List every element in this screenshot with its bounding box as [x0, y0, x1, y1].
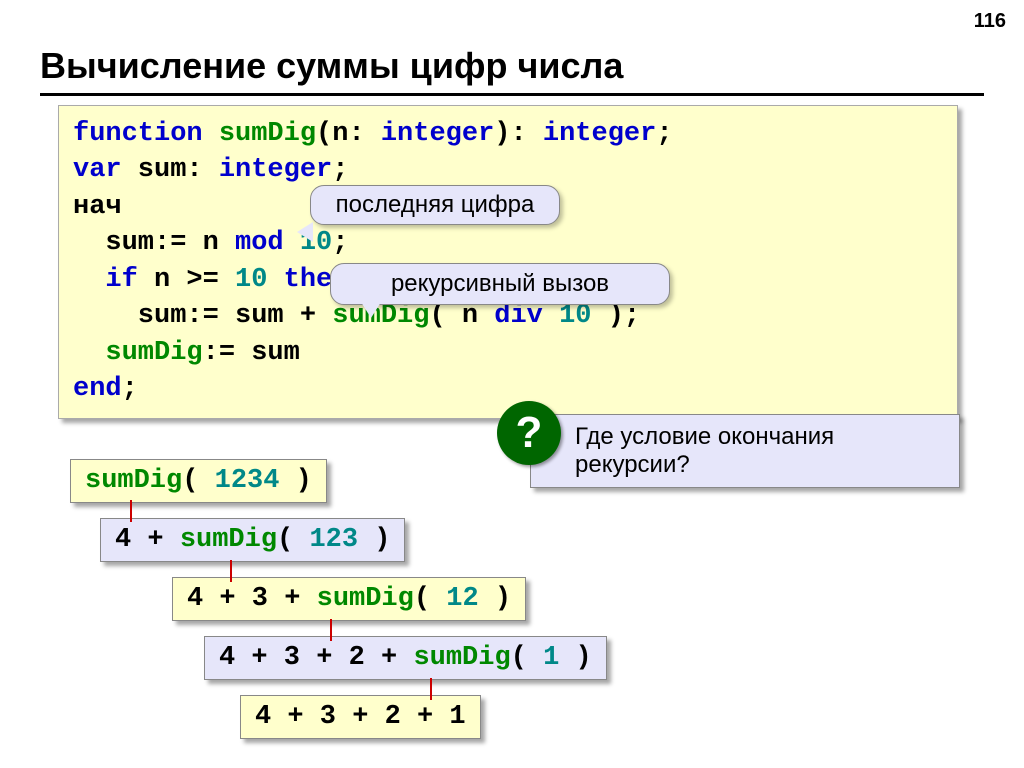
code-text: ( [511, 643, 543, 673]
step-2: 4 + sumDig( 123 ) [100, 518, 405, 562]
code-text: 4 + 3 + 2 + [219, 643, 413, 673]
code-text: n >= [138, 265, 235, 295]
connector-line [430, 678, 432, 700]
code-text: ) [479, 584, 511, 614]
step-4: 4 + 3 + 2 + sumDig( 1 ) [204, 636, 607, 680]
code-line-7: sumDig:= sum [73, 335, 943, 371]
code-text: sum:= n [73, 228, 235, 258]
step-3: 4 + 3 + sumDig( 12 ) [172, 577, 526, 621]
code-text: ( [414, 584, 446, 614]
page-title: Вычисление суммы цифр числа [40, 45, 984, 96]
code-text: 4 + [115, 525, 180, 555]
code-text: ; [332, 155, 348, 185]
code-text: sum: [122, 155, 219, 185]
kw-integer: integer [543, 119, 656, 149]
code-text: 4 + 3 + [187, 584, 317, 614]
num-literal: 1234 [215, 466, 280, 496]
code-text: ( [277, 525, 309, 555]
code-text: ( [182, 466, 214, 496]
kw-var: var [73, 155, 122, 185]
num-literal: 123 [309, 525, 358, 555]
num-literal: 10 [559, 301, 591, 331]
code-text: ) [279, 466, 311, 496]
fn-name: sumDig [180, 525, 277, 555]
code-text: ( n [429, 301, 494, 331]
question-mark-icon: ? [497, 401, 561, 465]
code-text [73, 265, 105, 295]
fn-name: sumDig [413, 643, 510, 673]
kw-end: end [73, 374, 122, 404]
fn-name: sumDig [203, 119, 316, 149]
kw-integer: integer [219, 155, 332, 185]
code-line-8: end; [73, 371, 943, 407]
code-line-4: sum:= n mod 10; [73, 225, 943, 261]
num-literal: 10 [235, 265, 267, 295]
step-5: 4 + 3 + 2 + 1 [240, 695, 481, 739]
kw-integer: integer [381, 119, 494, 149]
connector-line [330, 619, 332, 641]
kw-function: function [73, 119, 203, 149]
callout-recursive-call: рекурсивный вызов [330, 263, 670, 305]
code-text: ): [494, 119, 543, 149]
fn-name: sumDig [105, 338, 202, 368]
code-block: function sumDig(n: integer): integer; va… [58, 105, 958, 419]
step-1: sumDig( 1234 ) [70, 459, 327, 503]
page-number: 116 [974, 10, 1006, 33]
question-box: Где условие окончания рекурсии? [530, 414, 960, 488]
code-text: := sum [203, 338, 300, 368]
callout-last-digit: последняя цифра [310, 185, 560, 225]
code-text: ) [358, 525, 390, 555]
code-text [267, 265, 283, 295]
code-line-1: function sumDig(n: integer): integer; [73, 116, 943, 152]
fn-name: sumDig [85, 466, 182, 496]
code-text: (n: [316, 119, 381, 149]
num-literal: 12 [446, 584, 478, 614]
code-text: ); [592, 301, 641, 331]
kw-div: div [494, 301, 543, 331]
code-text: ; [122, 374, 138, 404]
code-text [73, 338, 105, 368]
code-text [543, 301, 559, 331]
kw-mod: mod [235, 228, 284, 258]
code-text: sum:= sum + [73, 301, 332, 331]
num-literal: 1 [543, 643, 559, 673]
code-line-2: var sum: integer; [73, 152, 943, 188]
code-text: ) [559, 643, 591, 673]
fn-name: sumDig [317, 584, 414, 614]
kw-if: if [105, 265, 137, 295]
code-text: ; [332, 228, 348, 258]
code-text: ; [656, 119, 672, 149]
connector-line [130, 500, 132, 522]
connector-line [230, 560, 232, 582]
